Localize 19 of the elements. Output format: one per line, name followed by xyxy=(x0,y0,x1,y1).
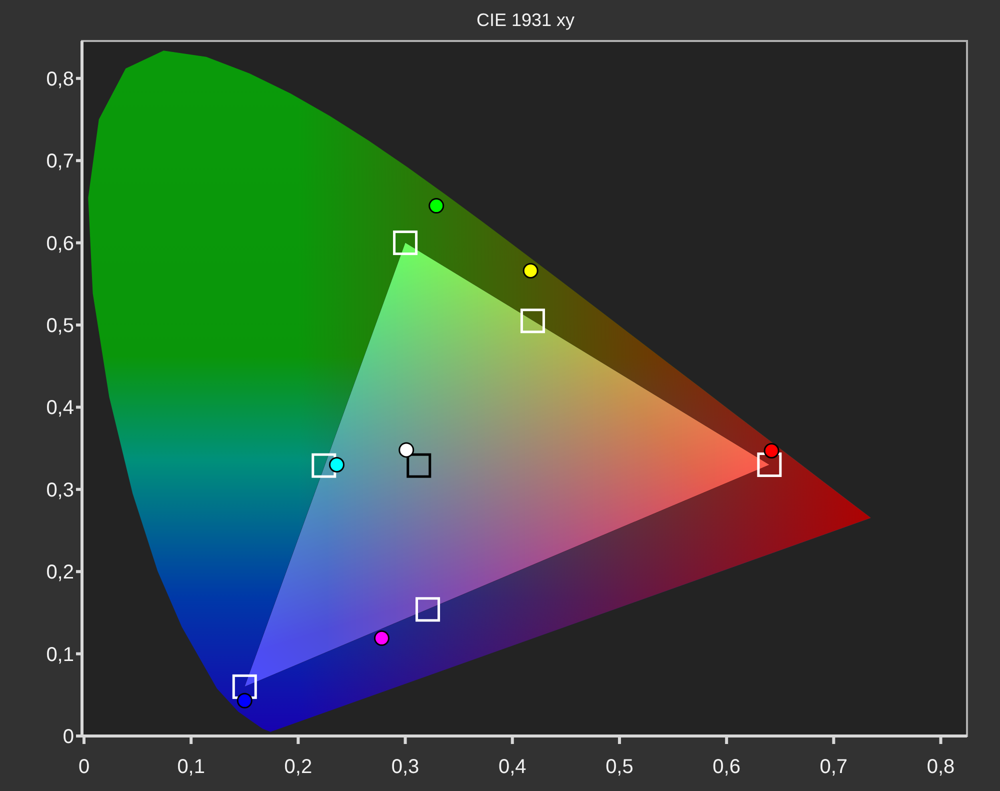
y-tick-label: 0,8 xyxy=(46,68,74,90)
x-tick-label: 0,4 xyxy=(498,756,526,778)
x-tick-label: 0,5 xyxy=(606,756,634,778)
x-tick-label: 0,8 xyxy=(926,756,955,778)
y-tick-label: 0,1 xyxy=(46,644,74,666)
y-tick-label: 0,5 xyxy=(46,315,74,337)
x-tick-label: 0,1 xyxy=(177,756,205,778)
y-tick-label: 0,2 xyxy=(46,562,74,584)
y-tick-label: 0,4 xyxy=(46,397,74,420)
y-tick-label: 0,6 xyxy=(46,232,74,255)
x-tick-label: 0 xyxy=(78,756,90,778)
x-tick-label: 0,7 xyxy=(820,756,848,778)
x-tick-label: 0,2 xyxy=(284,756,312,778)
y-tick-label: 0,3 xyxy=(46,479,74,502)
y-tick-label: 0,7 xyxy=(46,150,74,173)
x-tick-label: 0,6 xyxy=(712,756,740,778)
chart-title: CIE 1931 xy xyxy=(476,10,575,30)
x-tick-label: 0,3 xyxy=(391,756,420,778)
y-tick-label: 0 xyxy=(62,726,74,748)
